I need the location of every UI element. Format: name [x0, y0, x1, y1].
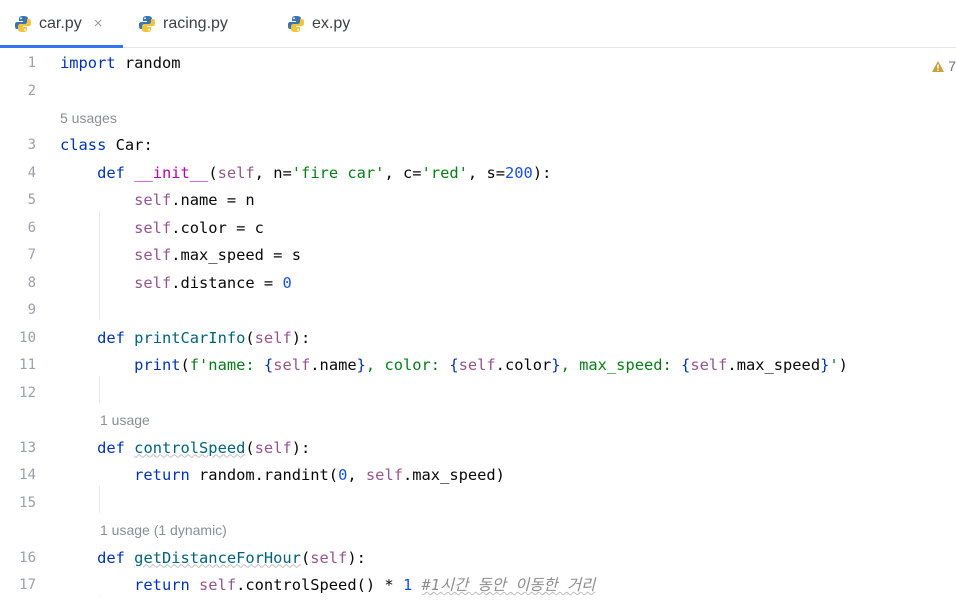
- line-number: 12: [19, 384, 36, 401]
- tab-label: ex.py: [312, 14, 351, 32]
- python-file-icon: [15, 15, 31, 32]
- code-line: 11 print(f'name: {self.name}, color: {se…: [0, 352, 956, 380]
- line-number: 15: [19, 494, 36, 511]
- line-number: 8: [27, 274, 36, 291]
- line-number: 10: [19, 329, 36, 346]
- usages-hint[interactable]: 1 usage (1 dynamic): [100, 517, 227, 545]
- line-number: 11: [19, 357, 36, 373]
- line-number: 2: [27, 82, 36, 99]
- line-number: 16: [19, 549, 36, 566]
- tab-racing-py[interactable]: racing.py: [138, 0, 228, 47]
- code-line: 15: [0, 490, 956, 518]
- line-number: 3: [27, 137, 36, 153]
- python-file-icon: [288, 15, 304, 32]
- line-number: 13: [19, 439, 36, 456]
- code-line: 5 self.name = n: [0, 187, 956, 215]
- code-line: 13 def controlSpeed(self):: [0, 435, 956, 463]
- line-number: 6: [27, 219, 36, 236]
- line-number: 1: [27, 55, 36, 71]
- code-line: 4 def __init__(self, n='fire car', c='re…: [0, 160, 956, 188]
- code-text: self.name = n: [134, 191, 255, 209]
- code-text: self.distance = 0: [134, 273, 292, 292]
- tab-ex-py[interactable]: ex.py: [287, 0, 350, 47]
- line-number: 17: [19, 577, 36, 593]
- tab-label: racing.py: [163, 14, 228, 32]
- line-number: 9: [27, 302, 36, 318]
- code-line: 1 import random: [0, 50, 956, 78]
- tab-car-py[interactable]: car.py ×: [14, 0, 102, 47]
- code-text: def getDistanceForHour(self):: [97, 548, 366, 567]
- code-text: self.max_speed = s: [134, 246, 301, 264]
- code-text: class Car:: [60, 136, 153, 154]
- line-number: 7: [27, 247, 36, 263]
- code-text: def __init__(self, n='fire car', c='red'…: [97, 163, 552, 182]
- code-line: 12: [0, 380, 956, 408]
- line-number: 4: [27, 164, 36, 181]
- code-text: self.color = c: [134, 218, 264, 237]
- code-text: return random.randint(0, self.max_speed): [134, 466, 505, 484]
- code-text: print(f'name: {self.name}, color: {self.…: [134, 356, 848, 374]
- code-line: 6 self.color = c: [0, 215, 956, 243]
- code-line: 17 return self.controlSpeed() * 1 #1시간 동…: [0, 572, 956, 600]
- code-line: 14 return random.randint(0, self.max_spe…: [0, 462, 956, 490]
- code-text: def printCarInfo(self):: [97, 328, 311, 347]
- code-line: 10 def printCarInfo(self):: [0, 325, 956, 353]
- code-line: 9: [0, 297, 956, 325]
- usages-hint[interactable]: 1 usage: [100, 407, 150, 435]
- code-editor[interactable]: 7 1 import random 2 5 usages 3 class Car…: [0, 48, 956, 597]
- line-number: 5: [27, 192, 36, 208]
- code-text: return self.controlSpeed() * 1 #1시간 동안 이…: [134, 576, 596, 594]
- tab-label: car.py: [39, 14, 82, 32]
- code-text: def controlSpeed(self):: [97, 438, 311, 457]
- python-file-icon: [139, 15, 155, 32]
- close-tab-icon[interactable]: ×: [94, 15, 103, 32]
- code-line: 7 self.max_speed = s: [0, 242, 956, 270]
- code-line: 16 def getDistanceForHour(self):: [0, 545, 956, 573]
- code-line: 2: [0, 78, 956, 106]
- code-line: 8 self.distance = 0: [0, 270, 956, 298]
- line-number: 14: [19, 467, 36, 483]
- usages-hint[interactable]: 5 usages: [60, 105, 117, 133]
- code-text: import random: [60, 54, 181, 72]
- editor-tab-bar: car.py × racing.py ex.py: [0, 0, 956, 48]
- code-line: 3 class Car:: [0, 132, 956, 160]
